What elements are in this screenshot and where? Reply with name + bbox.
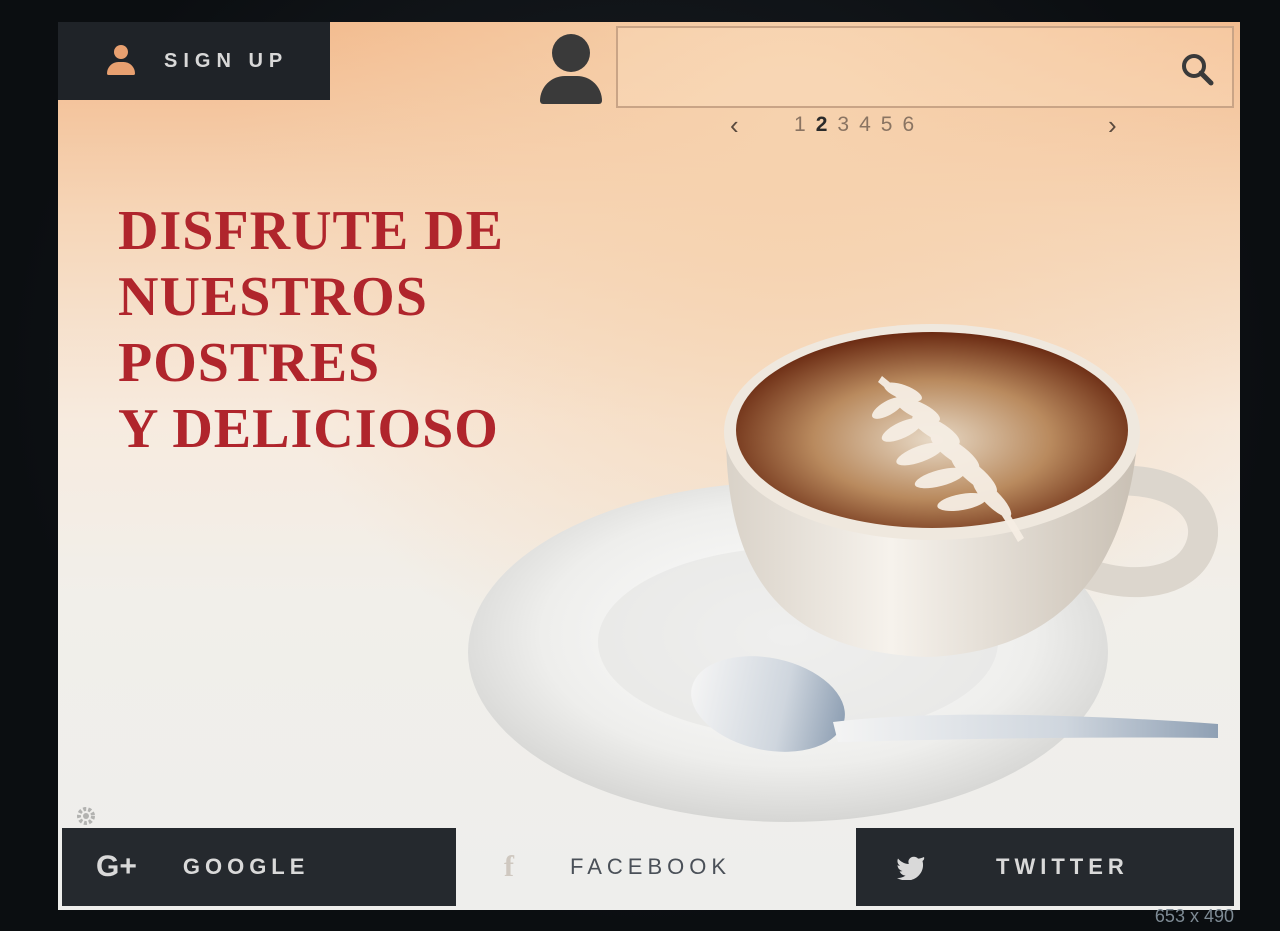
search-input[interactable] — [618, 28, 1158, 106]
google-plus-icon: G+ — [96, 850, 137, 883]
google-button[interactable]: G+ GOOGLE — [62, 828, 456, 906]
pagination: ‹ 1 2 3 4 5 6 › — [728, 110, 1128, 140]
page-numbers: 1 2 3 4 5 6 — [794, 110, 914, 140]
twitter-button[interactable]: TWITTER — [856, 828, 1234, 906]
signup-button[interactable]: SIGN UP — [58, 22, 330, 100]
coffee-cup-image — [468, 324, 1218, 822]
search-icon[interactable] — [1180, 52, 1214, 86]
signup-label: SIGN UP — [164, 49, 289, 72]
page-1[interactable]: 1 — [794, 110, 806, 140]
web-page-screen: SIGN UP ‹ 1 2 3 4 5 6 › DISFRUTE DE NUES… — [58, 22, 1240, 910]
page-6[interactable]: 6 — [902, 110, 914, 140]
twitter-label: TWITTER — [996, 854, 1129, 879]
facebook-button[interactable]: f FACEBOOK — [456, 828, 856, 906]
page-2[interactable]: 2 — [816, 110, 828, 140]
avatar-icon[interactable] — [538, 32, 604, 106]
settings-gear-icon[interactable] — [74, 804, 98, 828]
google-label: GOOGLE — [182, 854, 310, 879]
facebook-label: FACEBOOK — [570, 854, 732, 879]
page-3[interactable]: 3 — [837, 110, 849, 140]
headline-line-1: DISFRUTE DE — [118, 200, 504, 262]
search-bar — [616, 26, 1234, 108]
twitter-bird-icon — [897, 856, 925, 880]
user-icon — [106, 45, 136, 77]
image-dimensions-label: 653 x 490 — [1154, 906, 1234, 926]
page-4[interactable]: 4 — [859, 110, 871, 140]
facebook-icon: f — [504, 850, 514, 883]
prev-page-button[interactable]: ‹ — [730, 110, 739, 140]
page-5[interactable]: 5 — [881, 110, 893, 140]
next-page-button[interactable]: › — [1108, 110, 1117, 140]
